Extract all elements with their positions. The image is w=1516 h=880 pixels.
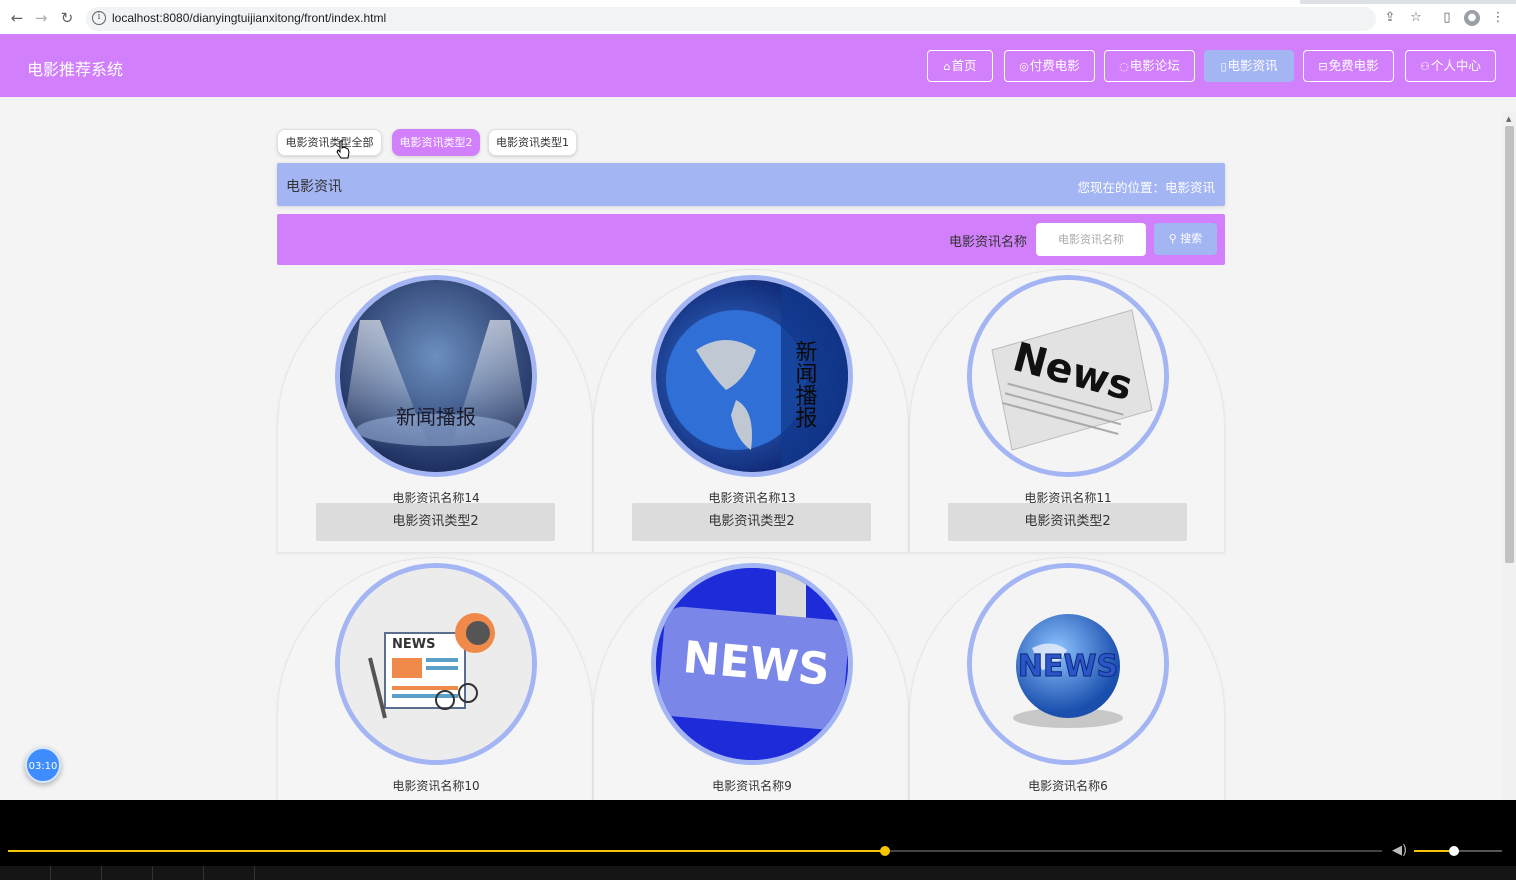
browser-toolbar: ← → ↻ i localhost:8080/dianyingtuijianxi… bbox=[0, 0, 1516, 36]
back-arrow-icon[interactable]: ← bbox=[8, 9, 26, 27]
hand-cursor-icon bbox=[336, 140, 350, 159]
floating-timer[interactable]: 03:10 bbox=[25, 747, 61, 783]
seek-bar[interactable] bbox=[8, 846, 1382, 856]
search-input[interactable] bbox=[1036, 223, 1146, 256]
seek-progress bbox=[8, 850, 885, 852]
card-type-badge: 电影资讯类型2 bbox=[632, 503, 871, 541]
url-text[interactable]: localhost:8080/dianyingtuijianxitong/fro… bbox=[112, 11, 386, 25]
nav-user-center[interactable]: ⚇个人中心 bbox=[1405, 50, 1496, 82]
thumbnail-caption: 新闻播报 bbox=[792, 340, 818, 428]
forward-arrow-icon[interactable]: → bbox=[32, 9, 50, 27]
nav-paid-movies[interactable]: ◎付费电影 bbox=[1004, 50, 1095, 82]
nav-free-label: 免费电影 bbox=[1328, 58, 1379, 73]
news-card[interactable]: NEWS 电影资讯名称6 bbox=[909, 557, 1225, 841]
volume-icon[interactable]: ◀) bbox=[1392, 843, 1407, 858]
card-title[interactable]: 电影资讯名称9 bbox=[594, 777, 910, 794]
breadcrumb: 电影资讯 您现在的位置：电影资讯 bbox=[277, 163, 1225, 206]
volume-knob[interactable] bbox=[1448, 846, 1459, 856]
tab-strip bbox=[0, 0, 1516, 4]
card-title[interactable]: 电影资讯名称6 bbox=[910, 777, 1226, 794]
nav-home[interactable]: ⌂首页 bbox=[927, 50, 993, 82]
nav-news[interactable]: ▯电影资讯 bbox=[1204, 50, 1294, 82]
bookmark-star-icon[interactable]: ☆ bbox=[1408, 10, 1424, 26]
thumbnail-caption: NEWS bbox=[392, 637, 435, 652]
news-thumbnail[interactable]: 新闻播报 bbox=[651, 275, 853, 477]
page-title: 电影资讯 bbox=[286, 179, 342, 195]
site-info-icon[interactable]: i bbox=[92, 11, 106, 25]
side-panel-icon[interactable]: ▯ bbox=[1439, 10, 1455, 26]
news-card[interactable]: 新闻播报 电影资讯名称13 电影资讯类型2 bbox=[593, 269, 909, 553]
kebab-menu-icon[interactable]: ⋮ bbox=[1490, 10, 1506, 26]
reload-icon[interactable]: ↻ bbox=[58, 9, 76, 27]
news-card[interactable]: NEWS 电影资讯名称9 bbox=[593, 557, 909, 841]
news-thumbnail[interactable]: NEWS bbox=[967, 563, 1169, 765]
share-icon[interactable]: ⇪ bbox=[1382, 10, 1398, 26]
news-icon: ▯ bbox=[1220, 60, 1227, 73]
news-thumbnail[interactable]: NEWS bbox=[651, 563, 853, 765]
profile-avatar-icon[interactable]: ● bbox=[1464, 10, 1480, 26]
volume-level bbox=[1414, 850, 1454, 852]
seek-knob[interactable] bbox=[879, 846, 890, 856]
news-card[interactable]: 新闻播报 电影资讯名称14 电影资讯类型2 bbox=[277, 269, 593, 553]
nav-forum[interactable]: ◌电影论坛 bbox=[1104, 50, 1195, 82]
scrollbar-thumb[interactable] bbox=[1505, 126, 1514, 563]
home-icon: ⌂ bbox=[943, 60, 951, 73]
news-card[interactable]: NEWS 电影资讯名称10 bbox=[277, 557, 593, 841]
user-icon: ⚇ bbox=[1420, 60, 1430, 73]
card-type-badge: 电影资讯类型2 bbox=[948, 503, 1187, 541]
pay-icon: ◎ bbox=[1019, 60, 1029, 73]
news-thumbnail[interactable]: News bbox=[967, 275, 1169, 477]
page-scrollbar[interactable]: ▲ bbox=[1503, 112, 1516, 800]
nav-forum-label: 电影论坛 bbox=[1129, 58, 1180, 73]
news-thumbnail[interactable]: NEWS bbox=[335, 563, 537, 765]
taskbar-strip bbox=[0, 866, 1516, 880]
nav-news-label: 电影资讯 bbox=[1227, 58, 1278, 73]
search-label: 电影资讯名称 bbox=[948, 235, 1027, 250]
nav-user-label: 个人中心 bbox=[1430, 58, 1481, 73]
news-thumbnail[interactable]: 新闻播报 bbox=[335, 275, 537, 477]
site-header: 电影推荐系统 ⌂首页 ◎付费电影 ◌电影论坛 ▯电影资讯 ⊟免费电影 ⚇个人中心 bbox=[0, 34, 1516, 97]
nav-free-movies[interactable]: ⊟免费电影 bbox=[1303, 50, 1394, 82]
site-title: 电影推荐系统 bbox=[27, 60, 124, 79]
scroll-up-icon[interactable]: ▲ bbox=[1506, 115, 1511, 123]
news-card[interactable]: News 电影资讯名称11 电影资讯类型2 bbox=[909, 269, 1225, 553]
thumbnail-caption: 新闻播报 bbox=[396, 405, 476, 429]
search-icon: ⚲ bbox=[1168, 232, 1177, 245]
search-button[interactable]: ⚲ 搜索 bbox=[1154, 223, 1217, 255]
search-button-label: 搜索 bbox=[1180, 232, 1203, 245]
breadcrumb-path: 您现在的位置：电影资讯 bbox=[1077, 180, 1215, 195]
filter-chip-all[interactable]: 电影资讯类型全部 bbox=[277, 129, 382, 156]
filter-chip-type2[interactable]: 电影资讯类型2 bbox=[392, 129, 480, 156]
nav-paid-label: 付费电影 bbox=[1029, 58, 1080, 73]
card-title[interactable]: 电影资讯名称10 bbox=[278, 777, 594, 794]
filter-chip-type1[interactable]: 电影资讯类型1 bbox=[488, 129, 577, 156]
search-bar: 电影资讯名称 ⚲ 搜索 bbox=[277, 214, 1225, 265]
forum-icon: ◌ bbox=[1119, 60, 1129, 73]
nav-home-label: 首页 bbox=[951, 58, 977, 73]
volume-slider[interactable] bbox=[1414, 846, 1502, 856]
card-type-badge: 电影资讯类型2 bbox=[316, 503, 555, 541]
thumbnail-caption: NEWS bbox=[1018, 649, 1118, 684]
free-icon: ⊟ bbox=[1318, 60, 1328, 73]
address-bar[interactable]: i localhost:8080/dianyingtuijianxitong/f… bbox=[86, 7, 1376, 31]
